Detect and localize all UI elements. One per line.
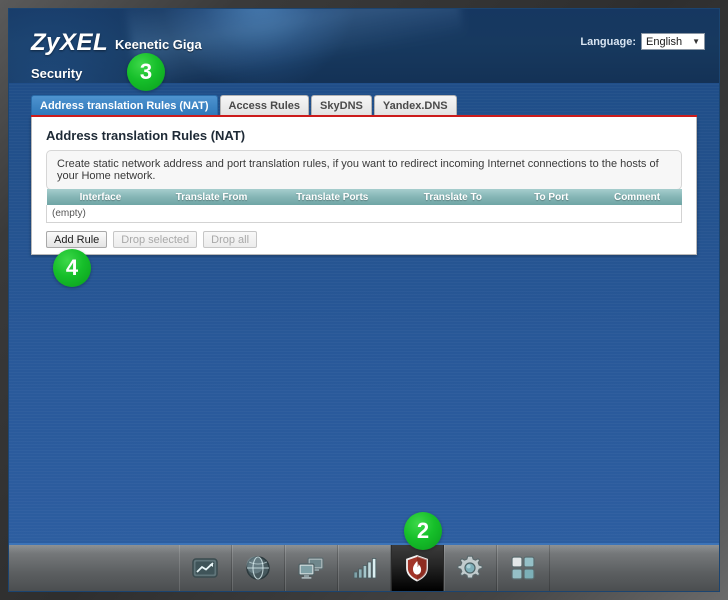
- column-header-translate-from: Translate From: [154, 189, 269, 205]
- column-header-interface: Interface: [46, 189, 155, 205]
- column-header-to-port: To Port: [510, 189, 593, 205]
- screen: ZyXEL Keenetic Giga Security Language: E…: [8, 8, 720, 592]
- page-title: Security: [31, 66, 83, 81]
- language-dropdown[interactable]: English ▼: [641, 33, 705, 50]
- panel-heading: Address translation Rules (NAT): [46, 128, 246, 143]
- table-header-row: Interface Translate From Translate Ports…: [46, 189, 682, 205]
- tab-label: Access Rules: [228, 99, 301, 112]
- step-badge-3: 3: [127, 53, 165, 91]
- taskbar-item-internet[interactable]: [231, 545, 285, 591]
- step-badge-4: 4: [53, 249, 91, 287]
- column-header-translate-ports: Translate Ports: [268, 189, 396, 205]
- drop-all-button[interactable]: Drop all: [203, 231, 258, 248]
- tab-skydns[interactable]: SkyDNS: [311, 95, 372, 115]
- panel-description: Create static network address and port t…: [46, 150, 682, 190]
- tab-access-rules[interactable]: Access Rules: [219, 95, 310, 115]
- device-model-label: Keenetic Giga: [115, 37, 202, 52]
- globe-internet-icon: [246, 556, 270, 580]
- drop-selected-button[interactable]: Drop selected: [113, 231, 198, 248]
- bottom-taskbar[interactable]: [9, 543, 719, 591]
- shield-firewall-icon: [406, 555, 428, 582]
- column-header-comment: Comment: [592, 189, 682, 205]
- tab-label: Yandex.DNS: [382, 99, 448, 112]
- gear-system-icon: [457, 555, 483, 579]
- language-selected-value: English: [646, 35, 683, 48]
- nat-rules-table: Interface Translate From Translate Ports…: [46, 189, 682, 223]
- monitor-chart-icon: [192, 558, 218, 578]
- tab-address-translation-rules[interactable]: Address translation Rules (NAT): [31, 95, 218, 115]
- chevron-down-icon: ▼: [692, 37, 700, 46]
- device-frame: ZyXEL Keenetic Giga Security Language: E…: [0, 0, 728, 600]
- table-empty-cell: (empty): [46, 205, 682, 223]
- taskbar-item-apps[interactable]: [496, 545, 550, 591]
- taskbar-item-monitor[interactable]: [178, 545, 232, 591]
- language-label: Language:: [580, 35, 636, 48]
- zyxel-logo: ZyXEL: [31, 29, 109, 56]
- add-rule-button[interactable]: Add Rule: [46, 231, 108, 248]
- taskbar-item-home-network[interactable]: [284, 545, 338, 591]
- taskbar-item-signal[interactable]: [337, 545, 391, 591]
- tab-label: SkyDNS: [320, 99, 363, 112]
- home-network-icon: [298, 557, 324, 579]
- panel-button-row: Add Rule Drop selected Drop all: [46, 231, 258, 248]
- tab-underline-accent: [31, 115, 697, 117]
- apps-grid-icon: [511, 556, 535, 580]
- content-panel: Address translation Rules (NAT) Create s…: [31, 117, 697, 255]
- signal-bars-icon: [353, 558, 377, 579]
- column-header-translate-to: Translate To: [395, 189, 511, 205]
- language-selector[interactable]: Language: English ▼: [580, 33, 705, 50]
- tab-bar[interactable]: Address translation Rules (NAT) Access R…: [31, 95, 459, 115]
- app-header: ZyXEL Keenetic Giga Security Language: E…: [9, 9, 719, 83]
- tab-yandex-dns[interactable]: Yandex.DNS: [373, 95, 457, 115]
- step-badge-2: 2: [404, 512, 442, 550]
- table-row-empty: (empty): [46, 205, 682, 223]
- taskbar-item-system[interactable]: [443, 545, 497, 591]
- taskbar-item-security[interactable]: [390, 545, 444, 591]
- tab-label: Address translation Rules (NAT): [40, 99, 209, 112]
